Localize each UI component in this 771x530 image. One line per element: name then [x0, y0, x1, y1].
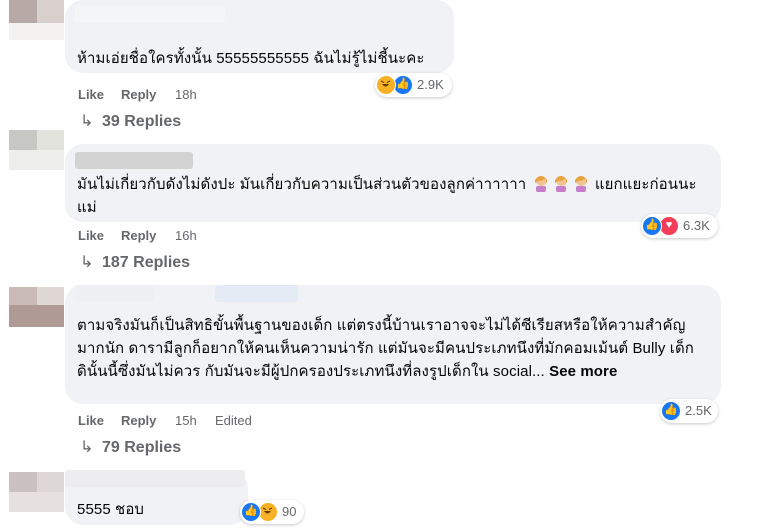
comment-text: ตามจริงมันก็เป็นสิทธิขั้นพื้นฐานของเด็ก …: [77, 314, 709, 383]
author-name-redacted[interactable]: [75, 152, 193, 169]
replies-count: 79 Replies: [102, 439, 182, 456]
reply-arrow-icon: ↳: [80, 439, 94, 456]
comment-text: มันไม่เกี่ยวกับดังไม่ดังปะ มันเกี่ยวกับค…: [77, 173, 709, 219]
see-more-link[interactable]: See more: [549, 363, 617, 380]
timestamp[interactable]: 18h: [175, 85, 197, 105]
love-icon: ♥: [659, 216, 679, 236]
reply-button[interactable]: Reply: [121, 411, 156, 431]
like-button[interactable]: Like: [78, 226, 104, 246]
reaction-summary[interactable]: 👍 2.5K: [660, 399, 718, 423]
comment-bubble: ตามจริงมันก็เป็นสิทธิขั้นพื้นฐานของเด็ก …: [65, 285, 721, 404]
edited-label: Edited: [215, 413, 252, 428]
avatar[interactable]: [9, 0, 64, 40]
haha-icon: [258, 502, 278, 522]
comment-bubble: มันไม่เกี่ยวกับดังไม่ดังปะ มันเกี่ยวกับค…: [65, 144, 721, 222]
avatar[interactable]: [9, 130, 64, 170]
reaction-count: 2.5K: [685, 403, 712, 418]
reaction-count: 90: [282, 504, 297, 519]
author-name-redacted[interactable]: [75, 285, 155, 302]
avatar[interactable]: [9, 287, 64, 327]
reply-arrow-icon: ↳: [80, 113, 94, 130]
view-replies-link[interactable]: ↳ 79 Replies: [80, 436, 181, 460]
reaction-summary[interactable]: 👍 ♥ 6.3K: [641, 214, 718, 238]
author-name-redacted[interactable]: [65, 470, 245, 487]
facepalm-emoji: [531, 176, 595, 193]
reaction-count: 6.3K: [683, 218, 710, 233]
replies-count: 39 Replies: [102, 113, 182, 130]
reaction-count: 2.9K: [417, 77, 444, 92]
reply-button[interactable]: Reply: [121, 226, 156, 246]
view-replies-link[interactable]: ↳ 39 Replies: [80, 110, 181, 134]
replies-count: 187 Replies: [102, 254, 191, 271]
timestamp[interactable]: 16h: [175, 226, 197, 246]
author-name-redacted-2: [215, 285, 298, 302]
like-icon: 👍: [642, 216, 662, 236]
avatar[interactable]: [9, 472, 64, 512]
comment-text: 5555 ชอบ: [77, 501, 145, 518]
reply-arrow-icon: ↳: [80, 254, 94, 271]
view-replies-link[interactable]: ↳ 187 Replies: [80, 251, 190, 275]
like-icon: 👍: [393, 75, 413, 95]
reaction-summary[interactable]: 👍 2.9K: [375, 73, 452, 97]
timestamp[interactable]: 15h: [175, 411, 197, 431]
like-button[interactable]: Like: [78, 411, 104, 431]
like-icon: 👍: [661, 401, 681, 421]
author-name-redacted[interactable]: [75, 6, 225, 23]
reply-button[interactable]: Reply: [121, 85, 156, 105]
like-icon: 👍: [241, 502, 261, 522]
haha-icon: [376, 75, 396, 95]
reaction-summary[interactable]: 👍 90: [240, 500, 304, 524]
comment-text-main: มันไม่เกี่ยวกับดังไม่ดังปะ มันเกี่ยวกับค…: [77, 176, 527, 193]
comment-bubble: 5555 ชอบ: [65, 470, 248, 525]
comment-text: ห้ามเอ่ยชื่อใครทั้งนั้น 55555555555 ฉันไ…: [77, 50, 425, 67]
like-button[interactable]: Like: [78, 85, 104, 105]
comment-bubble: ห้ามเอ่ยชื่อใครทั้งนั้น 55555555555 ฉันไ…: [65, 0, 454, 73]
